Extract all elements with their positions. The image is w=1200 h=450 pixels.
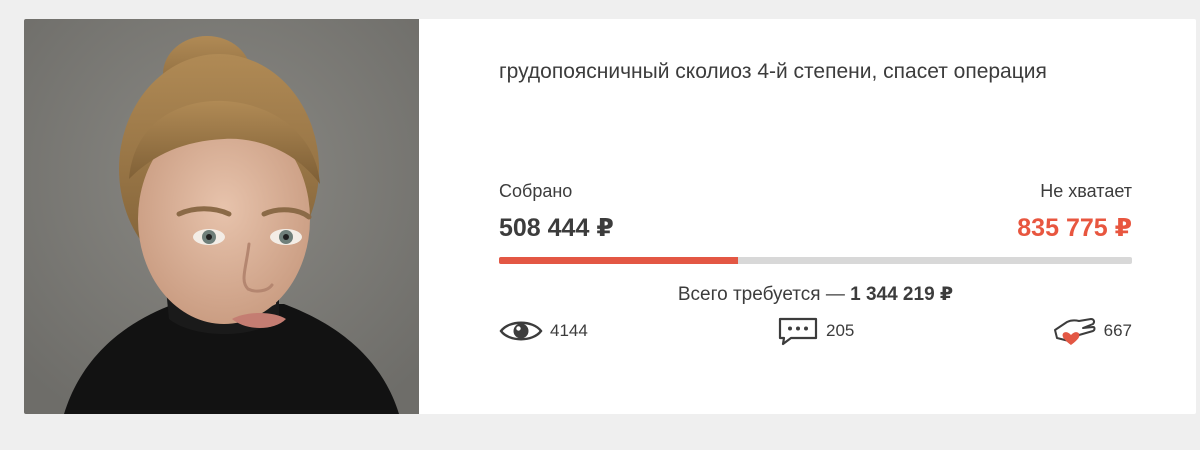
total-required-label: Всего требуется —: [677, 284, 851, 305]
views-count: 4144: [550, 321, 588, 340]
comments-count: 205: [826, 321, 855, 340]
comments-stat[interactable]: 205: [777, 316, 854, 346]
fundraiser-card[interactable]: грудопоясничный сколиоз 4-й степени, спа…: [24, 19, 1196, 414]
missing-amount: 835 775 ₽: [1017, 214, 1132, 242]
helping-hand-heart-icon: [1053, 318, 1096, 345]
helpers-stat: 667: [1053, 316, 1132, 346]
progress-bar-fill: [499, 257, 739, 264]
diagnosis-title[interactable]: грудопоясничный сколиоз 4-й степени, спа…: [499, 56, 1099, 87]
comment-icon: [778, 317, 818, 346]
progress-bar: [499, 257, 1132, 264]
fundraiser-info: грудопоясничный сколиоз 4-й степени, спа…: [499, 19, 1132, 414]
eye-icon: [499, 321, 543, 341]
missing-label: Не хватает: [1040, 181, 1132, 201]
helpers-count: 667: [1103, 321, 1132, 340]
views-stat: 4144: [499, 316, 588, 346]
total-required: Всего требуется — 1 344 219 ₽: [499, 283, 1132, 306]
collected-label: Собрано: [499, 181, 573, 201]
collected-amount: 508 444 ₽: [499, 214, 614, 242]
total-required-amount: 1 344 219 ₽: [850, 284, 954, 305]
patient-photo: [24, 19, 419, 414]
